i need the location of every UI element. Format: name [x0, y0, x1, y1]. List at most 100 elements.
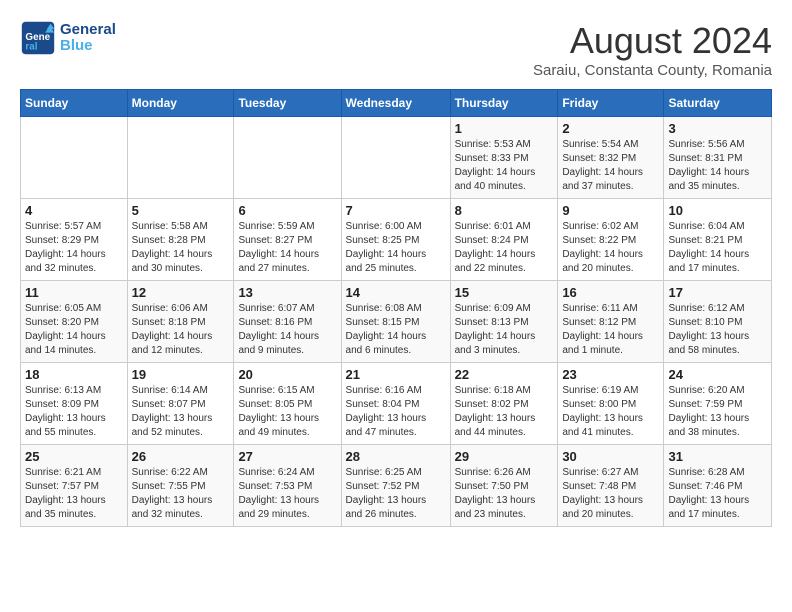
day-info: Sunrise: 5:59 AM Sunset: 8:27 PM Dayligh… [238, 220, 336, 276]
calendar-cell: 13Sunrise: 6:07 AM Sunset: 8:16 PM Dayli… [234, 281, 341, 363]
day-number: 16 [562, 285, 659, 300]
calendar-cell: 27Sunrise: 6:24 AM Sunset: 7:53 PM Dayli… [234, 445, 341, 527]
day-info: Sunrise: 6:14 AM Sunset: 8:07 PM Dayligh… [132, 384, 230, 440]
page-header: Gene ral General Blue August 2024 Saraiu… [20, 20, 772, 79]
calendar-cell [127, 117, 234, 199]
logo-blue: Blue [60, 38, 116, 55]
day-number: 22 [455, 367, 554, 382]
logo-text-block: General Blue [60, 22, 116, 55]
day-number: 18 [25, 367, 123, 382]
calendar-header-row: SundayMondayTuesdayWednesdayThursdayFrid… [21, 90, 772, 117]
calendar-cell: 5 Sunrise: 5:58 AM Sunset: 8:28 PM Daylig… [127, 199, 234, 281]
day-number: 8 [455, 203, 554, 218]
calendar-table: SundayMondayTuesdayWednesdayThursdayFrid… [20, 89, 772, 527]
day-number: 5 [132, 203, 230, 218]
day-number: 17 [668, 285, 767, 300]
calendar-header-saturday: Saturday [664, 90, 772, 117]
calendar-cell: 30Sunrise: 6:27 AM Sunset: 7:48 PM Dayli… [558, 445, 664, 527]
day-info: Sunrise: 6:09 AM Sunset: 8:13 PM Dayligh… [455, 302, 554, 358]
calendar-cell [21, 117, 128, 199]
calendar-cell: 15 Sunrise: 6:09 AM Sunset: 8:13 PM Dayli… [450, 281, 558, 363]
day-number: 7 [346, 203, 446, 218]
day-number: 1 [455, 121, 554, 136]
location-subtitle: Saraiu, Constanta County, Romania [533, 62, 772, 79]
calendar-cell: 10Sunrise: 6:04 AM Sunset: 8:21 PM Dayli… [664, 199, 772, 281]
day-info: Sunrise: 6:16 AM Sunset: 8:04 PM Dayligh… [346, 384, 446, 440]
calendar-cell: 19 Sunrise: 6:14 AM Sunset: 8:07 PM Dayli… [127, 363, 234, 445]
calendar-cell: 18 Sunrise: 6:13 AM Sunset: 8:09 PM Dayli… [21, 363, 128, 445]
calendar-header-wednesday: Wednesday [341, 90, 450, 117]
day-info: Sunrise: 6:19 AM Sunset: 8:00 PM Dayligh… [562, 384, 659, 440]
calendar-cell: 25 Sunrise: 6:21 AM Sunset: 7:57 PM Dayli… [21, 445, 128, 527]
calendar-week-row: 4Sunrise: 5:57 AM Sunset: 8:29 PM Daylig… [21, 199, 772, 281]
calendar-week-row: 25 Sunrise: 6:21 AM Sunset: 7:57 PM Dayli… [21, 445, 772, 527]
calendar-cell: 6 Sunrise: 5:59 AM Sunset: 8:27 PM Daylig… [234, 199, 341, 281]
day-info: Sunrise: 6:26 AM Sunset: 7:50 PM Dayligh… [455, 466, 554, 522]
day-number: 15 [455, 285, 554, 300]
day-number: 20 [238, 367, 336, 382]
day-info: Sunrise: 6:02 AM Sunset: 8:22 PM Dayligh… [562, 220, 659, 276]
calendar-header-tuesday: Tuesday [234, 90, 341, 117]
day-number: 25 [25, 449, 123, 464]
calendar-cell: 24 Sunrise: 6:20 AM Sunset: 7:59 PM Dayli… [664, 363, 772, 445]
day-info: Sunrise: 6:24 AM Sunset: 7:53 PM Dayligh… [238, 466, 336, 522]
day-info: Sunrise: 6:15 AM Sunset: 8:05 PM Dayligh… [238, 384, 336, 440]
calendar-cell: 14 Sunrise: 6:08 AM Sunset: 8:15 PM Dayli… [341, 281, 450, 363]
calendar-cell: 8 Sunrise: 6:01 AM Sunset: 8:24 PM Daylig… [450, 199, 558, 281]
calendar-cell: 3 Sunrise: 5:56 AM Sunset: 8:31 PM Daylig… [664, 117, 772, 199]
calendar-cell: 31 Sunrise: 6:28 AM Sunset: 7:46 PM Dayli… [664, 445, 772, 527]
day-info: Sunrise: 6:05 AM Sunset: 8:20 PM Dayligh… [25, 302, 123, 358]
calendar-cell [341, 117, 450, 199]
day-number: 13 [238, 285, 336, 300]
day-info: Sunrise: 6:04 AM Sunset: 8:21 PM Dayligh… [668, 220, 767, 276]
day-info: Sunrise: 5:56 AM Sunset: 8:31 PM Dayligh… [668, 138, 767, 194]
day-number: 29 [455, 449, 554, 464]
day-info: Sunrise: 5:54 AM Sunset: 8:32 PM Dayligh… [562, 138, 659, 194]
calendar-cell: 22 Sunrise: 6:18 AM Sunset: 8:02 PM Dayli… [450, 363, 558, 445]
day-info: Sunrise: 6:20 AM Sunset: 7:59 PM Dayligh… [668, 384, 767, 440]
day-number: 6 [238, 203, 336, 218]
day-info: Sunrise: 6:00 AM Sunset: 8:25 PM Dayligh… [346, 220, 446, 276]
day-info: Sunrise: 6:13 AM Sunset: 8:09 PM Dayligh… [25, 384, 123, 440]
day-info: Sunrise: 6:06 AM Sunset: 8:18 PM Dayligh… [132, 302, 230, 358]
calendar-header-friday: Friday [558, 90, 664, 117]
day-number: 21 [346, 367, 446, 382]
day-number: 30 [562, 449, 659, 464]
calendar-cell: 2 Sunrise: 5:54 AM Sunset: 8:32 PM Daylig… [558, 117, 664, 199]
logo-icon: Gene ral [20, 20, 56, 56]
calendar-header-sunday: Sunday [21, 90, 128, 117]
calendar-cell: 4Sunrise: 5:57 AM Sunset: 8:29 PM Daylig… [21, 199, 128, 281]
day-info: Sunrise: 6:01 AM Sunset: 8:24 PM Dayligh… [455, 220, 554, 276]
calendar-cell: 9 Sunrise: 6:02 AM Sunset: 8:22 PM Daylig… [558, 199, 664, 281]
day-number: 26 [132, 449, 230, 464]
day-number: 9 [562, 203, 659, 218]
day-info: Sunrise: 6:18 AM Sunset: 8:02 PM Dayligh… [455, 384, 554, 440]
day-info: Sunrise: 6:08 AM Sunset: 8:15 PM Dayligh… [346, 302, 446, 358]
day-number: 23 [562, 367, 659, 382]
calendar-cell: 20 Sunrise: 6:15 AM Sunset: 8:05 PM Dayli… [234, 363, 341, 445]
calendar-cell: 1Sunrise: 5:53 AM Sunset: 8:33 PM Daylig… [450, 117, 558, 199]
day-info: Sunrise: 6:21 AM Sunset: 7:57 PM Dayligh… [25, 466, 123, 522]
calendar-header-monday: Monday [127, 90, 234, 117]
day-info: Sunrise: 5:57 AM Sunset: 8:29 PM Dayligh… [25, 220, 123, 276]
logo-general: General [60, 22, 116, 39]
day-number: 24 [668, 367, 767, 382]
day-number: 3 [668, 121, 767, 136]
day-number: 12 [132, 285, 230, 300]
calendar-cell: 23 Sunrise: 6:19 AM Sunset: 8:00 PM Dayli… [558, 363, 664, 445]
day-number: 14 [346, 285, 446, 300]
logo: Gene ral General Blue [20, 20, 116, 56]
calendar-header-thursday: Thursday [450, 90, 558, 117]
calendar-cell: 28 Sunrise: 6:25 AM Sunset: 7:52 PM Dayli… [341, 445, 450, 527]
day-info: Sunrise: 5:58 AM Sunset: 8:28 PM Dayligh… [132, 220, 230, 276]
calendar-cell: 12 Sunrise: 6:06 AM Sunset: 8:18 PM Dayli… [127, 281, 234, 363]
day-info: Sunrise: 6:28 AM Sunset: 7:46 PM Dayligh… [668, 466, 767, 522]
day-info: Sunrise: 6:25 AM Sunset: 7:52 PM Dayligh… [346, 466, 446, 522]
calendar-week-row: 11Sunrise: 6:05 AM Sunset: 8:20 PM Dayli… [21, 281, 772, 363]
title-block: August 2024 Saraiu, Constanta County, Ro… [533, 20, 772, 79]
day-number: 28 [346, 449, 446, 464]
day-number: 2 [562, 121, 659, 136]
day-number: 19 [132, 367, 230, 382]
calendar-cell: 17Sunrise: 6:12 AM Sunset: 8:10 PM Dayli… [664, 281, 772, 363]
day-number: 31 [668, 449, 767, 464]
